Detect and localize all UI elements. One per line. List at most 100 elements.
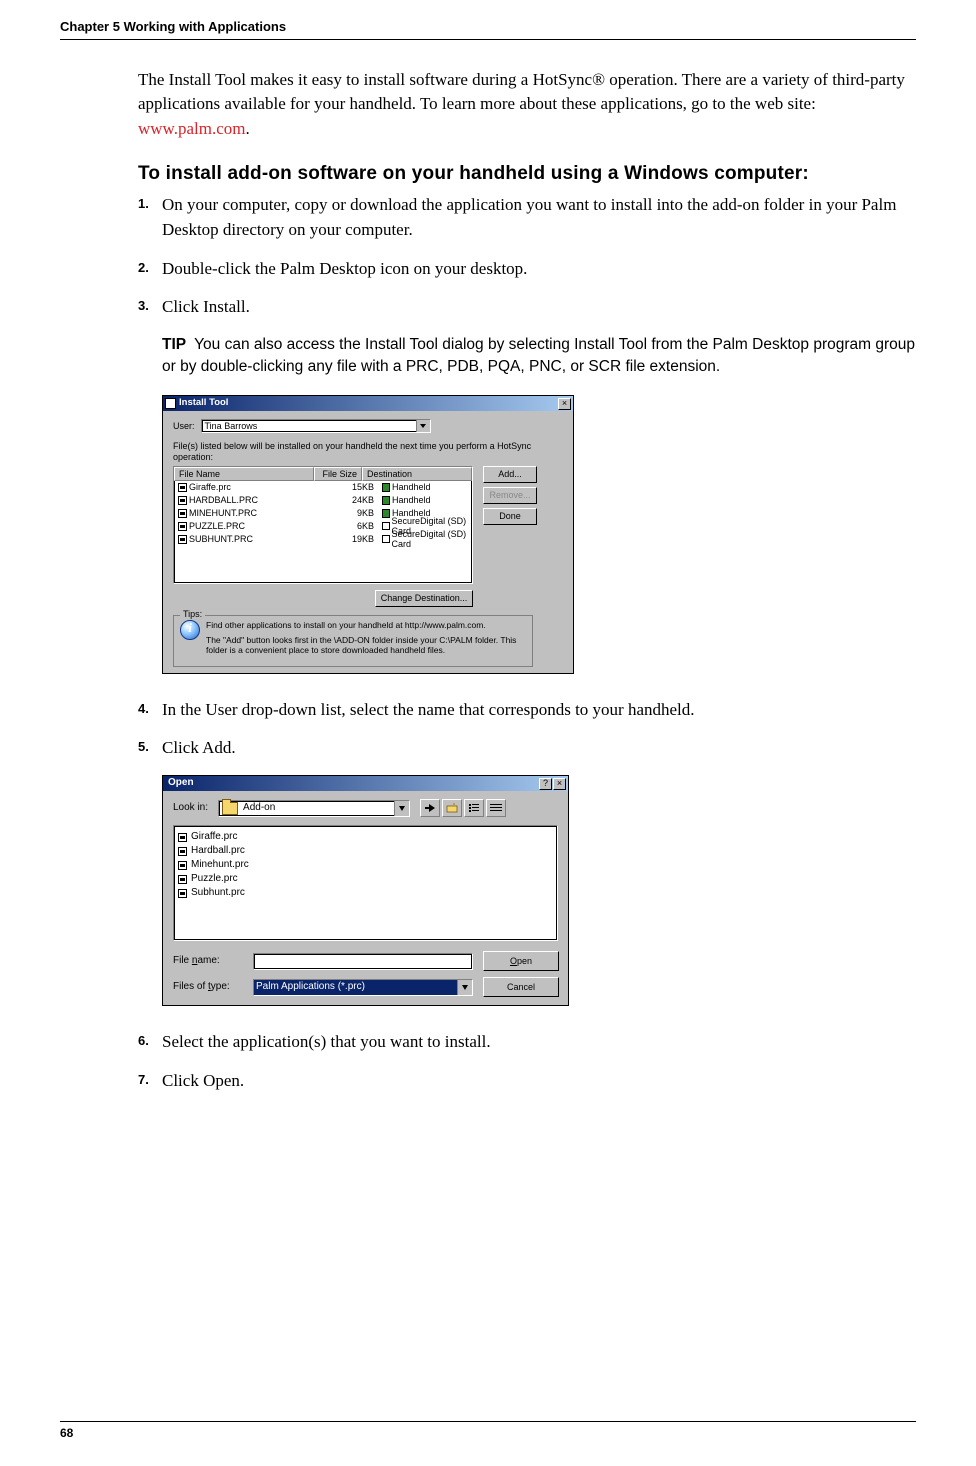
col-header-dest[interactable]: Destination [362, 467, 472, 481]
file-name: Minehunt.prc [191, 858, 249, 873]
user-dropdown[interactable]: Tina Barrows [201, 419, 431, 433]
filetype-label: Files of type: [173, 980, 243, 995]
details-view-icon[interactable] [486, 799, 506, 817]
step-number: 5. [138, 736, 162, 761]
step-text: Double-click the Palm Desktop icon on yo… [162, 257, 916, 282]
step-1: 1. On your computer, copy or download th… [138, 193, 916, 242]
step-text: On your computer, copy or download the a… [162, 193, 916, 242]
handheld-icon [382, 509, 390, 518]
file-icon [178, 861, 187, 870]
close-icon[interactable]: × [553, 778, 566, 790]
cell: SUBHUNT.PRC [189, 534, 253, 544]
open-button[interactable]: Open [483, 951, 559, 971]
sd-card-icon [382, 535, 390, 543]
step-7: 7. Click Open. [138, 1069, 916, 1094]
cell: HARDBALL.PRC [189, 495, 258, 505]
file-name: Subhunt.prc [191, 886, 245, 901]
page-number: 68 [60, 1426, 73, 1440]
cell: Handheld [392, 495, 431, 505]
step-text: Click Open. [162, 1069, 916, 1094]
chevron-down-icon[interactable] [416, 420, 430, 432]
page-footer: 68 [60, 1421, 916, 1442]
install-tool-dialog: Install Tool × User: Tina Barrows File(s… [162, 395, 574, 674]
file-name: Puzzle.prc [191, 872, 238, 887]
step-text: Select the application(s) that you want … [162, 1030, 916, 1055]
up-folder-icon[interactable] [420, 799, 440, 817]
step-text: Click Install. [162, 295, 916, 320]
chevron-down-icon[interactable] [394, 801, 409, 816]
user-label: User: [173, 421, 195, 431]
sd-card-icon [382, 522, 390, 530]
cell: Handheld [392, 482, 431, 492]
file-icon [178, 889, 187, 898]
figure-install-tool: Install Tool × User: Tina Barrows File(s… [162, 395, 916, 674]
file-icon [178, 509, 187, 518]
file-pane[interactable]: Giraffe.prc Hardball.prc Minehunt.prc Pu… [173, 825, 558, 941]
filename-field[interactable] [253, 953, 473, 970]
cell: SecureDigital (SD) Card [392, 529, 468, 550]
list-item[interactable]: Giraffe.prc [178, 830, 553, 844]
tips-line-2: The "Add" button looks first in the \ADD… [206, 635, 526, 656]
tips-line-1: Find other applications to install on yo… [206, 620, 526, 631]
step-number: 4. [138, 698, 162, 723]
new-folder-icon[interactable] [442, 799, 462, 817]
table-row[interactable]: HARDBALL.PRC 24KB Handheld [174, 494, 472, 507]
file-icon [178, 875, 187, 884]
filename-label: File name: [173, 954, 243, 969]
change-destination-button[interactable]: Change Destination... [375, 590, 473, 607]
cell: MINEHUNT.PRC [189, 508, 257, 518]
remove-button[interactable]: Remove... [483, 487, 537, 504]
window-title: Open [165, 776, 538, 791]
user-value: Tina Barrows [202, 421, 416, 431]
palm-link[interactable]: www.palm.com [138, 119, 246, 138]
tip-label: TIP [162, 336, 186, 353]
cell: 24KB [322, 494, 378, 507]
step-text: Click Add. [162, 736, 916, 761]
file-icon [178, 847, 187, 856]
step-6: 6. Select the application(s) that you wa… [138, 1030, 916, 1055]
step-3: 3. Click Install. [138, 295, 916, 320]
cell: 9KB [322, 507, 378, 520]
handheld-icon [382, 483, 390, 492]
cell: 15KB [322, 481, 378, 494]
done-button[interactable]: Done [483, 508, 537, 525]
list-item[interactable]: Puzzle.prc [178, 872, 553, 886]
folder-icon [222, 802, 238, 815]
intro-text-after: . [246, 119, 250, 138]
table-row[interactable]: SUBHUNT.PRC 19KB SecureDigital (SD) Card [174, 533, 472, 546]
step-number: 2. [138, 257, 162, 282]
tip-block: TIPYou can also access the Install Tool … [162, 334, 916, 377]
help-icon[interactable]: ? [539, 778, 552, 790]
step-5: 5. Click Add. [138, 736, 916, 761]
lookin-dropdown[interactable]: Add-on [218, 800, 410, 817]
step-4: 4. In the User drop-down list, select th… [138, 698, 916, 723]
add-button[interactable]: Add... [483, 466, 537, 483]
info-icon [180, 620, 200, 640]
lookin-value: Add-on [241, 801, 394, 816]
file-icon [178, 535, 187, 544]
col-header-size[interactable]: File Size [314, 467, 362, 481]
cancel-button[interactable]: Cancel [483, 977, 559, 997]
open-dialog: Open ? × Look in: Add-on [162, 775, 569, 1006]
cell: PUZZLE.PRC [189, 521, 245, 531]
list-item[interactable]: Minehunt.prc [178, 858, 553, 872]
list-view-icon[interactable] [464, 799, 484, 817]
list-item[interactable]: Hardball.prc [178, 844, 553, 858]
file-icon [178, 522, 187, 531]
filetype-dropdown[interactable]: Palm Applications (*.prc) [253, 979, 473, 996]
close-icon[interactable]: × [558, 398, 571, 410]
filetype-value: Palm Applications (*.prc) [254, 980, 457, 995]
list-item[interactable]: Subhunt.prc [178, 886, 553, 900]
figure-open-dialog: Open ? × Look in: Add-on [162, 775, 916, 1006]
file-icon [178, 483, 187, 492]
table-row[interactable]: Giraffe.prc 15KB Handheld [174, 481, 472, 494]
tips-panel: Tips: Find other applications to install… [173, 615, 533, 667]
lookin-label: Look in: [173, 801, 208, 816]
app-icon [165, 398, 176, 409]
step-number: 1. [138, 193, 162, 242]
chevron-down-icon[interactable] [457, 980, 472, 995]
col-header-name[interactable]: File Name [174, 467, 314, 481]
window-title: Install Tool [179, 398, 557, 409]
file-name: Giraffe.prc [191, 830, 238, 845]
titlebar: Install Tool × [163, 396, 573, 411]
